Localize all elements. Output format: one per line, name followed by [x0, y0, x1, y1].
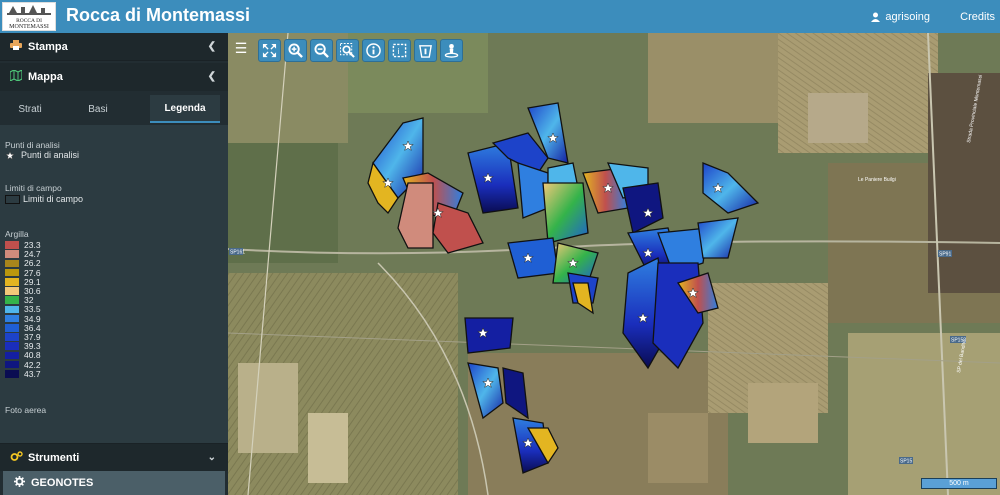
- section-geonotes-label: GEONOTES: [31, 477, 94, 489]
- argilla-color-swatch: [5, 324, 19, 332]
- printer-icon: [9, 40, 23, 53]
- argilla-color-swatch: [5, 241, 19, 249]
- zoom-in-button[interactable]: [284, 39, 307, 62]
- section-geonotes[interactable]: GEONOTES: [3, 471, 225, 495]
- menu-icon[interactable]: ☰: [233, 41, 249, 57]
- map-toolbar: i: [258, 39, 463, 64]
- app-root: ROCCA DI MONTEMASSI Rocca di Montemassi …: [0, 0, 1000, 495]
- argilla-color-swatch: [5, 287, 19, 295]
- top-header: ROCCA DI MONTEMASSI Rocca di Montemassi …: [0, 0, 1000, 33]
- aerial-map[interactable]: SP161 SP158 SP91 SP15 Le Paniere Builgi …: [228, 33, 1000, 495]
- logo[interactable]: ROCCA DI MONTEMASSI: [2, 2, 56, 31]
- fullscreen-button[interactable]: [258, 39, 281, 62]
- argilla-color-swatch: [5, 360, 19, 369]
- argilla-class-row: 34.9: [5, 314, 41, 324]
- zoom-out-button[interactable]: [310, 39, 333, 62]
- legend-foto-title: Foto aerea: [5, 405, 47, 415]
- legend-limiti-label: Limiti di campo: [23, 194, 84, 204]
- argilla-class-row: 37.9: [5, 332, 41, 342]
- scale-bar: 500 m: [921, 478, 997, 489]
- argilla-class-label: 43.7: [24, 368, 41, 379]
- section-strumenti[interactable]: Strumenti ⌄: [0, 443, 228, 471]
- credits-link[interactable]: Credits: [960, 11, 995, 23]
- argilla-class-row: 43.7: [5, 368, 41, 379]
- argilla-class-row: 33.5: [5, 304, 41, 314]
- argilla-color-swatch: [5, 268, 19, 277]
- locate-button[interactable]: [440, 39, 463, 62]
- legend-punti-item: Punti di analisi: [5, 150, 79, 160]
- svg-text:i: i: [398, 46, 400, 56]
- argilla-class-row: 23.3: [5, 240, 41, 250]
- argilla-color-swatch: [5, 351, 19, 360]
- chevron-left-icon: ❮: [207, 71, 216, 82]
- legend-limiti-item: Limiti di campo: [5, 194, 83, 204]
- clear-button[interactable]: [414, 39, 437, 62]
- road-label: SP91: [939, 252, 951, 258]
- road-label: SP161: [230, 250, 245, 256]
- argilla-color-swatch: [5, 333, 19, 341]
- section-stampa-label: Stampa: [28, 40, 68, 53]
- argilla-class-row: 39.3: [5, 341, 41, 351]
- sidebar: Stampa ❮ Mappa ❮ Strati Basi Legenda Pun…: [0, 33, 228, 495]
- mappa-tabs: Strati Basi Legenda: [0, 95, 228, 125]
- argilla-color-swatch: [5, 305, 19, 314]
- argilla-class-row: 24.7: [5, 249, 41, 259]
- argilla-color-swatch: [5, 314, 19, 323]
- app-title: Rocca di Montemassi: [66, 5, 251, 25]
- legend-limiti-title: Limiti di campo: [5, 183, 62, 193]
- argilla-color-swatch: [5, 342, 19, 350]
- argilla-class-row: 27.6: [5, 268, 41, 278]
- zoom-box-button[interactable]: [336, 39, 359, 62]
- legend-punti-label: Punti di analisi: [21, 150, 80, 160]
- info-button[interactable]: [362, 39, 385, 62]
- zoom-box-icon: [340, 43, 355, 58]
- section-mappa[interactable]: Mappa ❮: [0, 63, 228, 91]
- username: agrisoing: [885, 11, 930, 23]
- legend-panel: Punti di analisi Punti di analisi Limiti…: [0, 125, 228, 443]
- star-icon: [5, 150, 15, 160]
- tab-basi[interactable]: Basi: [66, 95, 130, 123]
- argilla-color-swatch: [5, 250, 19, 258]
- legend-punti-title: Punti di analisi: [5, 140, 60, 150]
- chevron-down-icon: ⌄: [207, 452, 216, 463]
- zoom-in-icon: [288, 43, 303, 58]
- argilla-class-row: 26.2: [5, 258, 41, 268]
- clear-icon: [419, 45, 432, 58]
- user-menu[interactable]: agrisoing: [871, 11, 930, 23]
- argilla-color-swatch: [5, 296, 19, 304]
- argilla-color-swatch: [5, 278, 19, 286]
- locate-icon: [444, 43, 459, 58]
- argilla-class-row: 29.1: [5, 277, 41, 287]
- section-stampa[interactable]: Stampa ❮: [0, 33, 228, 61]
- logo-line2: MONTEMASSI: [9, 24, 49, 30]
- cogs-icon: [9, 450, 23, 465]
- argilla-class-row: 36.4: [5, 323, 41, 333]
- argilla-color-swatch: [5, 370, 19, 378]
- map-view[interactable]: SP161 SP158 SP91 SP15 Le Paniere Builgi …: [228, 33, 1000, 495]
- zoom-out-icon: [314, 43, 329, 58]
- user-icon: [871, 12, 881, 22]
- legend-argilla-title: Argilla: [5, 229, 29, 239]
- argilla-class-row: 40.8: [5, 350, 41, 360]
- road-label: SP15: [900, 459, 912, 465]
- section-mappa-label: Mappa: [28, 71, 63, 83]
- argilla-color-swatch: [5, 259, 19, 268]
- argilla-class-row: 32: [5, 295, 33, 305]
- info-icon: [366, 43, 381, 58]
- gear-icon: [12, 476, 26, 490]
- argilla-class-row: 42.2: [5, 360, 41, 370]
- section-strumenti-label: Strumenti: [28, 451, 80, 464]
- select-box-icon: i: [392, 43, 407, 58]
- tab-strati[interactable]: Strati: [0, 95, 60, 123]
- chevron-left-icon: ❮: [207, 41, 216, 52]
- argilla-class-row: 30.6: [5, 286, 41, 296]
- map-icon: [9, 69, 23, 84]
- road-label: Le Paniere Builgi: [858, 177, 896, 183]
- select-box-button[interactable]: i: [388, 39, 411, 62]
- fullscreen-icon: [262, 43, 277, 58]
- field-boundary-swatch: [5, 194, 20, 204]
- tab-legenda[interactable]: Legenda: [150, 95, 220, 123]
